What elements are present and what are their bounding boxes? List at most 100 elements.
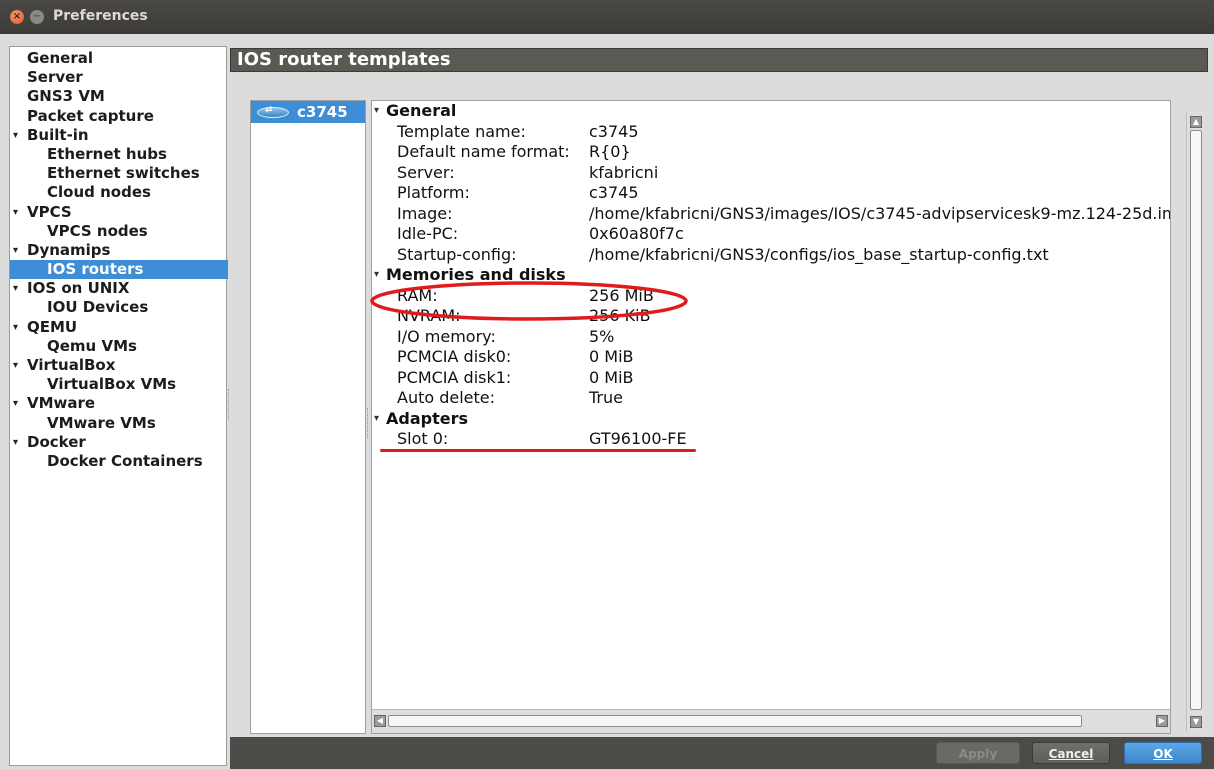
property-key: Image: <box>397 203 453 223</box>
expand-arrow-icon[interactable]: ▾ <box>13 126 18 145</box>
expand-arrow-icon[interactable]: ▾ <box>13 203 18 222</box>
sidebar-item-ethernet-hubs[interactable]: Ethernet hubs <box>10 145 226 164</box>
property-key: I/O memory: <box>397 326 496 346</box>
sidebar-item-label: Docker <box>27 432 86 451</box>
page-title: IOS router templates <box>230 48 1208 72</box>
expand-arrow-icon[interactable]: ▾ <box>374 101 379 121</box>
property-row: Template name: c3745 <box>372 122 1170 143</box>
expand-arrow-icon[interactable]: ▾ <box>13 394 18 413</box>
horizontal-scroll-thumb[interactable] <box>388 715 1082 727</box>
sidebar-item-iou-devices[interactable]: IOU Devices <box>10 298 226 317</box>
property-row: RAM: 256 MiB <box>372 286 1170 307</box>
group-title: Memories and disks <box>386 265 566 284</box>
sidebar-item-label: VirtualBox <box>27 356 116 374</box>
sidebar-item-label: Cloud nodes <box>47 183 151 202</box>
title-bar: × − Preferences <box>0 0 1214 34</box>
property-row: Server: kfabricni <box>372 163 1170 184</box>
property-value: kfabricni <box>589 162 659 182</box>
sidebar-item-vmware-vms[interactable]: VMware VMs <box>10 414 226 433</box>
scroll-down-icon[interactable]: ▼ <box>1190 716 1202 728</box>
apply-button[interactable]: Apply <box>936 742 1020 764</box>
sidebar-item-label: VPCS nodes <box>47 221 148 240</box>
vertical-scroll-thumb[interactable] <box>1190 130 1202 710</box>
property-key: Platform: <box>397 183 470 202</box>
template-item[interactable]: ⇄ c3745 <box>251 101 365 123</box>
property-key: Default name format: <box>397 142 570 161</box>
sidebar-item-docker[interactable]: ▾ Docker <box>10 433 226 452</box>
scroll-left-icon[interactable]: ◀ <box>374 715 386 727</box>
property-row: Platform: c3745 <box>372 183 1170 204</box>
sidebar-item-ios-on-unix[interactable]: ▾ IOS on UNIX <box>10 279 226 298</box>
template-details: ▾ General Template name: c3745 Default name … <box>371 100 1171 734</box>
property-key: PCMCIA disk1: <box>397 367 512 387</box>
sidebar-item-label: Server <box>27 68 83 87</box>
sidebar-item-server[interactable]: Server <box>10 68 226 87</box>
sidebar-item-cloud-nodes[interactable]: Cloud nodes <box>10 183 226 202</box>
sidebar-item-label: IOU Devices <box>47 298 149 317</box>
sidebar-item-label: Ethernet switches <box>47 164 200 183</box>
group-adapters[interactable]: ▾ Adapters <box>372 409 1170 430</box>
template-list: ⇄ c3745 <box>250 100 366 734</box>
expand-arrow-icon[interactable]: ▾ <box>13 356 18 375</box>
sidebar-item-label: Qemu VMs <box>47 336 137 355</box>
cancel-button[interactable]: Cancel <box>1032 742 1110 764</box>
dialog-button-bar: Apply Cancel OK <box>230 737 1214 769</box>
expand-arrow-icon[interactable]: ▾ <box>374 409 379 429</box>
property-value: c3745 <box>589 183 639 202</box>
horizontal-scrollbar[interactable]: ◀ ▶ <box>372 709 1170 733</box>
expand-arrow-icon[interactable]: ▾ <box>13 433 18 452</box>
sidebar-item-label: VMware <box>27 394 96 413</box>
sidebar-item-qemu[interactable]: ▾ QEMU <box>10 318 226 337</box>
property-row: Idle-PC: 0x60a80f7c <box>372 224 1170 245</box>
sidebar-item-vpcs-nodes[interactable]: VPCS nodes <box>10 222 226 241</box>
property-value: True <box>589 388 623 407</box>
group-title: Adapters <box>386 408 468 428</box>
vertical-scrollbar[interactable]: ▲ ▼ <box>1186 112 1204 732</box>
property-key: NVRAM: <box>397 306 461 325</box>
sidebar-item-label: Docker Containers <box>47 451 203 470</box>
scroll-up-icon[interactable]: ▲ <box>1190 116 1202 128</box>
property-row: PCMCIA disk0: 0 MiB <box>372 347 1170 368</box>
sidebar-item-dynamips[interactable]: ▾ Dynamips <box>10 241 226 260</box>
sidebar-item-general[interactable]: General <box>10 49 226 68</box>
templates-content: ⇄ c3745 ▾ General Template name: c3745 Defaul… <box>230 78 1190 734</box>
sidebar-item-label: IOS routers <box>47 260 144 279</box>
sidebar-item-vmware[interactable]: ▾ VMware <box>10 394 226 413</box>
sidebar-item-label: General <box>27 49 93 67</box>
property-value: 256 KiB <box>589 306 651 325</box>
sidebar-item-virtualbox[interactable]: ▾ VirtualBox <box>10 356 226 375</box>
group-general[interactable]: ▾ General <box>372 101 1170 122</box>
sidebar-item-packet-capture[interactable]: Packet capture <box>10 107 226 126</box>
expand-arrow-icon[interactable]: ▾ <box>374 265 379 285</box>
expand-arrow-icon[interactable]: ▾ <box>13 279 18 298</box>
sidebar-item-ethernet-switches[interactable]: Ethernet switches <box>10 164 226 183</box>
property-key: Server: <box>397 162 455 182</box>
property-key: RAM: <box>397 285 438 305</box>
group-memories-and-disks[interactable]: ▾ Memories and disks <box>372 265 1170 286</box>
scroll-right-icon[interactable]: ▶ <box>1156 715 1168 727</box>
minimize-icon[interactable]: − <box>30 10 44 24</box>
ok-button[interactable]: OK <box>1124 742 1202 764</box>
sidebar-item-virtualbox-vms[interactable]: VirtualBox VMs <box>10 375 226 394</box>
sidebar-item-qemu-vms[interactable]: Qemu VMs <box>10 337 226 356</box>
property-key: Template name: <box>397 121 526 141</box>
sidebar-item-docker-containers[interactable]: Docker Containers <box>10 452 226 471</box>
template-splitter[interactable] <box>367 408 370 438</box>
sidebar-item-label: Ethernet hubs <box>47 144 167 163</box>
preferences-window: General Server GNS3 VM Packet capture ▾ Built… <box>0 34 1214 769</box>
sidebar-item-gns3-vm[interactable]: GNS3 VM <box>10 87 226 106</box>
property-value: /home/kfabricni/GNS3/configs/ios_base_st… <box>589 244 1049 264</box>
sidebar-item-built-in[interactable]: ▾ Built-in <box>10 126 226 145</box>
property-row: NVRAM: 256 KiB <box>372 306 1170 327</box>
property-value: 0 MiB <box>589 367 634 387</box>
sidebar-item-label: Packet capture <box>27 106 154 125</box>
close-icon[interactable]: × <box>10 10 24 24</box>
preferences-sidebar: General Server GNS3 VM Packet capture ▾ Built… <box>9 46 228 766</box>
sidebar-item-vpcs[interactable]: ▾ VPCS <box>10 203 226 222</box>
expand-arrow-icon[interactable]: ▾ <box>13 241 18 260</box>
expand-arrow-icon[interactable]: ▾ <box>13 318 18 337</box>
sidebar-item-ios-routers[interactable]: IOS routers <box>10 260 228 280</box>
sidebar-item-label: Dynamips <box>27 240 111 259</box>
property-value: /home/kfabricni/GNS3/images/IOS/c3745-ad… <box>589 203 1170 223</box>
window-title: Preferences <box>53 8 148 24</box>
